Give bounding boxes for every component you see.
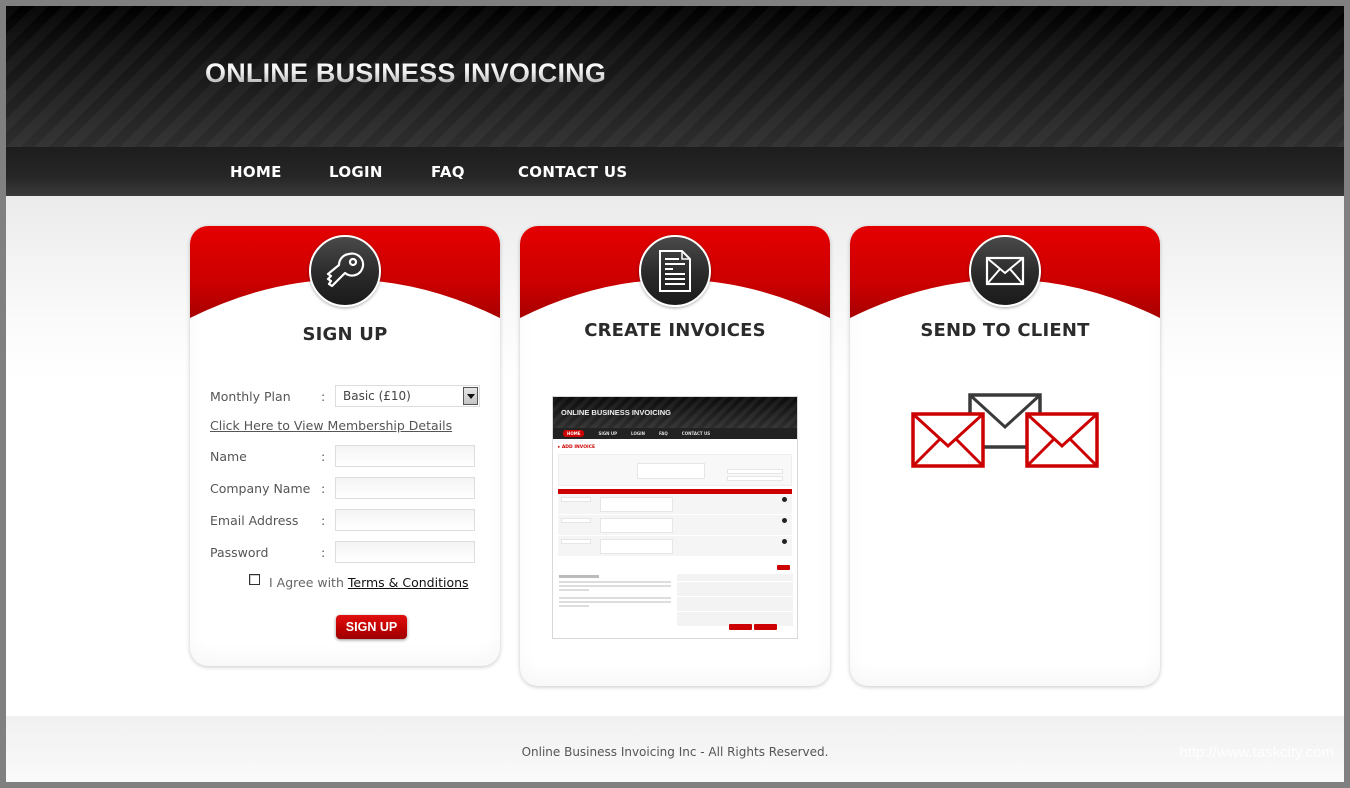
password-label: Password — [210, 545, 269, 560]
envelope-red-right-icon — [1025, 412, 1099, 468]
agree-checkbox[interactable] — [249, 574, 260, 585]
preview-nav-item: HOME — [563, 430, 585, 437]
site-title: ONLINE BUSINESS INVOICING — [205, 58, 607, 88]
membership-details-link[interactable]: Click Here to View Membership Details — [210, 418, 452, 433]
monthly-plan-label: Monthly Plan — [210, 389, 291, 404]
colon: : — [321, 513, 326, 528]
colon: : — [321, 481, 326, 496]
preview-nav: HOME SIGN UP LOGIN FAQ CONTACT US — [553, 428, 797, 439]
envelope-icon-badge — [969, 235, 1041, 307]
watermark: http://www.taskcity.com — [1179, 744, 1334, 761]
colon: : — [321, 389, 326, 404]
signup-card: SIGN UP Monthly Plan : Basic (£10) Click… — [190, 226, 500, 666]
agree-row: I Agree with Terms & Conditions — [249, 574, 469, 590]
monthly-plan-value: Basic (£10) — [343, 389, 411, 403]
signup-title: SIGN UP — [302, 324, 388, 345]
preview-add-button — [777, 565, 790, 570]
envelopes-illustration — [911, 393, 1099, 468]
preview-totals — [677, 574, 793, 627]
nav-login[interactable]: LOGIN — [329, 163, 383, 181]
main-content: SIGN UP Monthly Plan : Basic (£10) Click… — [6, 196, 1344, 716]
preview-row — [558, 494, 792, 515]
nav-contact-us[interactable]: CONTACT US — [518, 163, 627, 181]
preview-nav-item: LOGIN — [631, 431, 645, 436]
preview-bill-box — [558, 454, 792, 486]
password-input[interactable] — [335, 541, 475, 563]
preview-nav-item: CONTACT US — [681, 431, 711, 436]
company-name-input[interactable] — [335, 477, 475, 499]
preview-buttons — [729, 624, 777, 630]
email-input[interactable] — [335, 509, 475, 531]
terms-link[interactable]: Terms & Conditions — [348, 575, 469, 590]
preview-section-title: ▸ ADD INVOICE — [558, 445, 596, 450]
agree-text: I Agree with — [269, 575, 344, 590]
envelope-red-left-icon — [911, 412, 985, 468]
company-name-label: Company Name — [210, 481, 311, 496]
signup-button[interactable]: SIGN UP — [336, 615, 407, 639]
preview-terms — [559, 575, 671, 607]
key-icon-badge — [309, 235, 381, 307]
nav-home[interactable]: HOME — [230, 163, 282, 181]
create-invoices-title: CREATE INVOICES — [584, 320, 766, 341]
nav-faq[interactable]: FAQ — [431, 163, 465, 181]
preview-row — [558, 536, 792, 557]
name-label: Name — [210, 449, 247, 464]
invoice-preview-image: ONLINE BUSINESS INVOICING HOME SIGN UP L… — [552, 396, 798, 639]
page-frame: ONLINE BUSINESS INVOICING HOME LOGIN FAQ… — [6, 6, 1344, 782]
monthly-plan-select[interactable]: Basic (£10) — [335, 385, 480, 407]
email-label: Email Address — [210, 513, 299, 528]
site-header: ONLINE BUSINESS INVOICING — [6, 6, 1344, 147]
document-icon-badge — [639, 235, 711, 307]
send-to-client-card: SEND TO CLIENT — [850, 226, 1160, 686]
create-invoices-card: CREATE INVOICES ONLINE BUSINESS INVOICIN… — [520, 226, 830, 686]
send-to-client-title: SEND TO CLIENT — [920, 320, 1090, 341]
colon: : — [321, 545, 326, 560]
envelope-icon — [985, 256, 1025, 286]
preview-body: ▸ ADD INVOICE — [553, 439, 797, 563]
preview-nav-item: SIGN UP — [598, 431, 618, 436]
document-icon — [659, 250, 691, 292]
preview-nav-item: FAQ — [658, 431, 668, 436]
key-icon — [326, 252, 365, 288]
site-footer: Online Business Invoicing Inc - All Righ… — [6, 716, 1344, 782]
chevron-down-icon[interactable] — [463, 387, 478, 405]
preview-row — [558, 515, 792, 536]
main-nav: HOME LOGIN FAQ CONTACT US — [6, 147, 1344, 196]
footer-copyright: Online Business Invoicing Inc - All Righ… — [521, 745, 829, 759]
colon: : — [321, 449, 326, 464]
preview-header: ONLINE BUSINESS INVOICING — [553, 397, 797, 428]
name-input[interactable] — [335, 445, 475, 467]
